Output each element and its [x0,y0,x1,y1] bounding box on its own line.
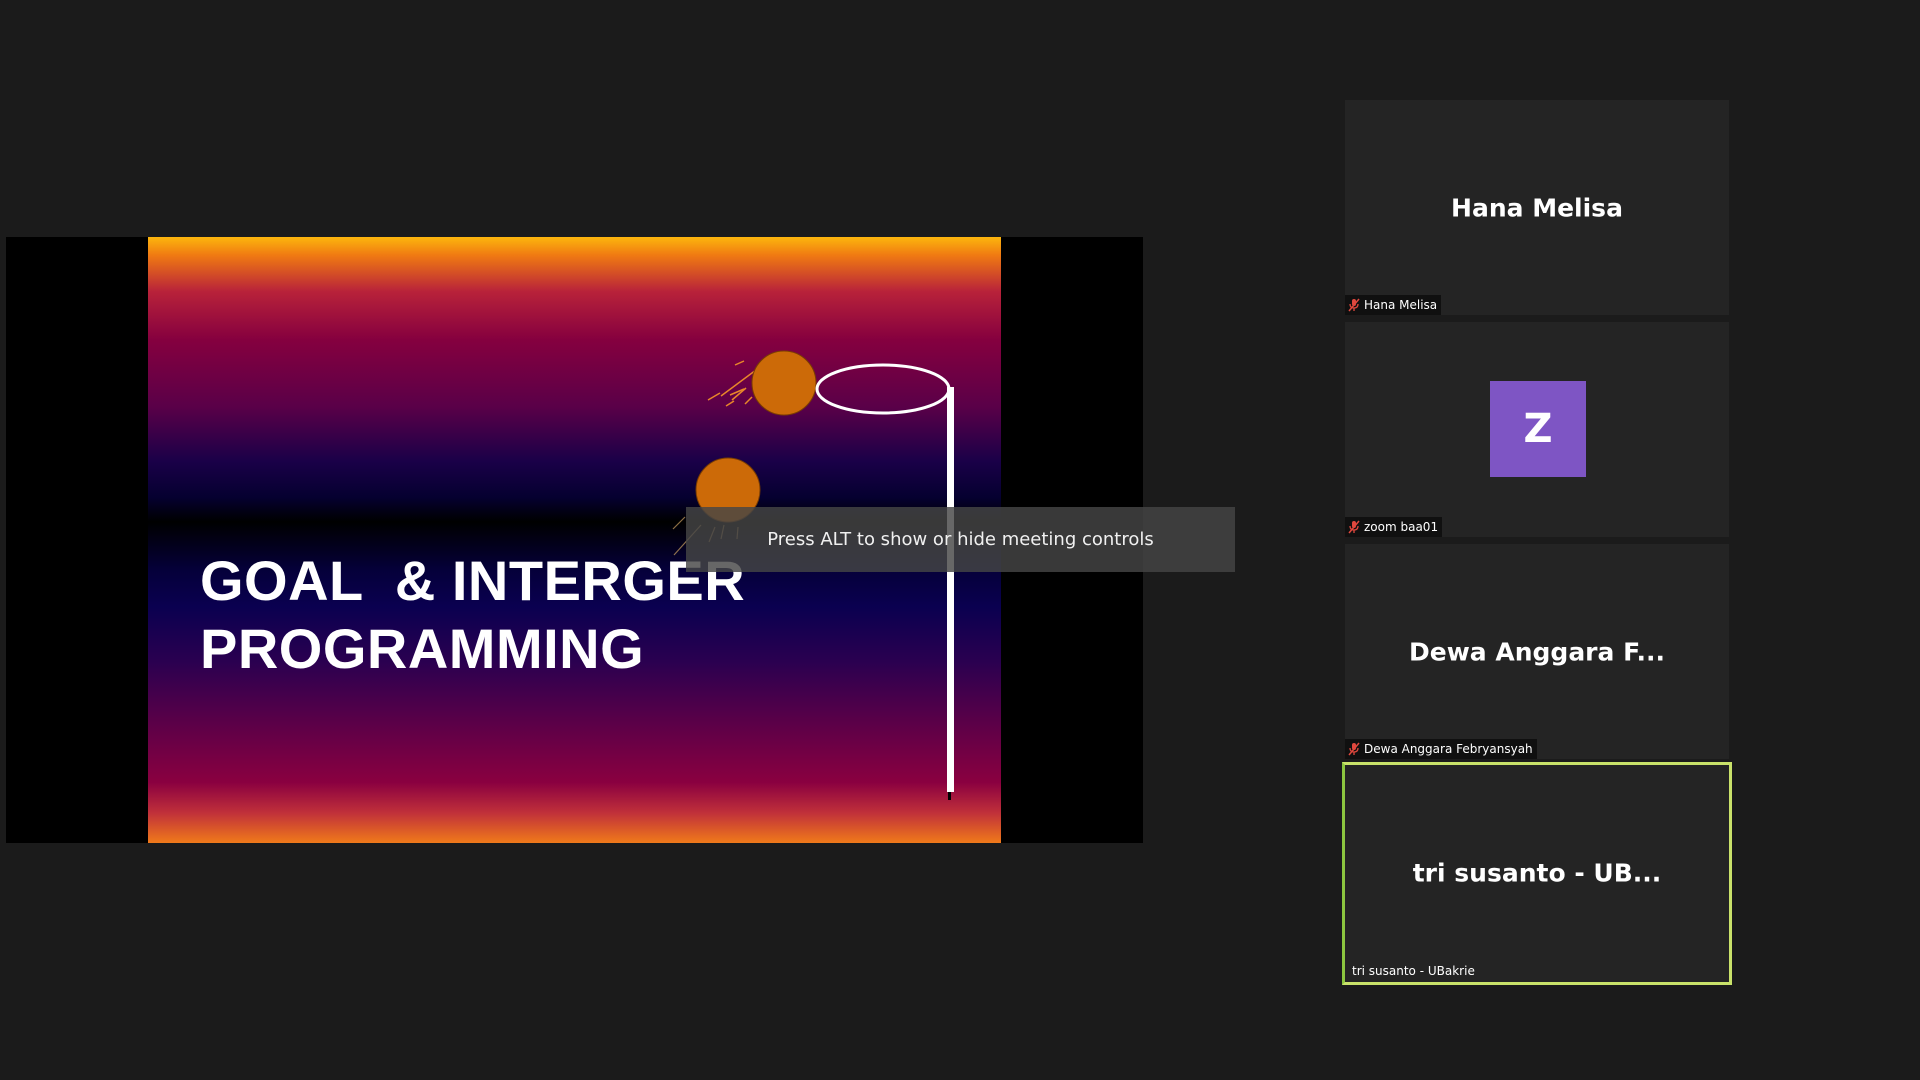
participant-name-tag: Dewa Anggara Febryansyah [1345,739,1537,759]
hoop-rim [815,363,951,415]
participant-name-tag: Hana Melisa [1345,295,1442,315]
tooltip-text: Press ALT to show or hide meeting contro… [767,529,1154,550]
slide-title: GOAL & INTERGER PROGRAMMING [200,547,745,683]
participant-tile[interactable]: Z zoom baa01 [1345,322,1729,537]
participant-name-label: tri susanto - UBakrie [1352,964,1475,978]
slide-title-line1: GOAL & INTERGER [200,549,746,612]
participant-tile[interactable]: Dewa Anggara F... Dewa Anggara Febryansy… [1345,544,1729,759]
participant-tile[interactable]: Hana Melisa Hana Melisa [1345,100,1729,315]
meeting-window: GOAL & INTERGER PROGRAMMING Press ALT to… [0,0,1920,1080]
avatar-initial: Z [1523,406,1553,452]
basketball-ball [751,350,817,416]
slide-title-line2: PROGRAMMING [200,617,645,680]
participant-name-label: zoom baa01 [1364,520,1439,534]
participant-name-tag: tri susanto - UBakrie [1349,961,1479,981]
meeting-controls-tooltip: Press ALT to show or hide meeting contro… [686,507,1235,572]
motion-lines [707,360,757,407]
mic-muted-icon [1348,742,1360,756]
participant-tile-active-speaker[interactable]: tri susanto - UB... tri susanto - UBakri… [1342,762,1732,985]
mic-muted-icon [1348,520,1360,534]
participant-name-tag: zoom baa01 [1345,517,1443,537]
participant-display-name: Dewa Anggara F... [1409,637,1665,667]
participant-name-label: Dewa Anggara Febryansyah [1364,742,1533,756]
avatar: Z [1490,381,1586,477]
participant-name-label: Hana Melisa [1364,298,1438,312]
hoop-pole [947,387,954,792]
mic-muted-icon [1348,298,1360,312]
participant-display-name: Hana Melisa [1451,193,1623,223]
participant-display-name: tri susanto - UB... [1412,858,1662,888]
